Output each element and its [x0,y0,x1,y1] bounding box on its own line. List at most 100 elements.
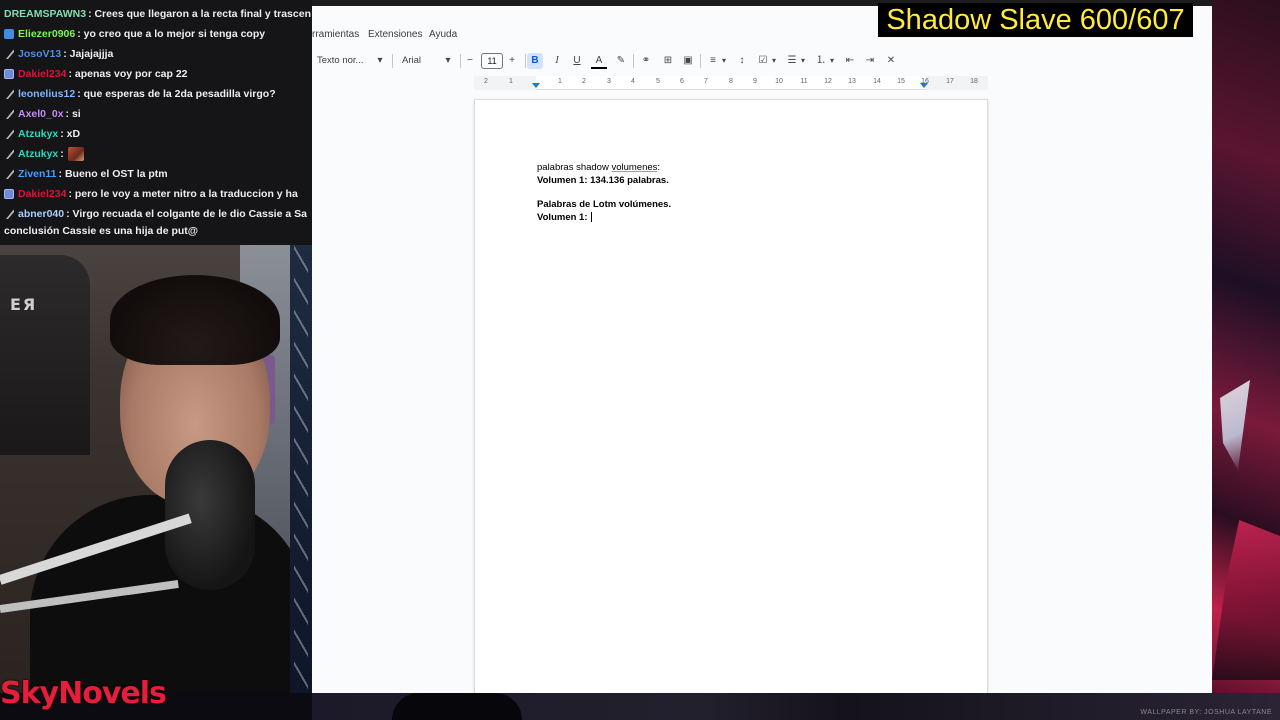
ruler-tick-label: 13 [848,78,856,85]
doc-line-4[interactable]: Volumen 1: [537,212,592,223]
ruler-tick-label: 16 [921,78,929,85]
text-color-icon[interactable]: A [591,53,607,69]
wallpaper-credit: WALLPAPER BY: JOSHUA LAYTANE [1140,709,1272,716]
ruler-tick-label: 7 [704,78,708,85]
ruler-tick-label: 6 [680,78,684,85]
chat-text: : [60,148,64,160]
chat-text: : yo creo que a lo mejor si tenga copy [77,28,266,40]
mod-badge-icon [6,129,14,139]
toolbar-divider [392,54,393,68]
chat-username[interactable]: Eliezer0906 [18,24,75,44]
chat-text: conclusión Cassie es una hija de put@ [4,225,199,237]
bold-button[interactable]: B [527,53,543,69]
clear-formatting-icon[interactable]: ✕ [883,53,899,69]
google-docs-window: rramientas Extensiones Ayuda Texto nor..… [312,6,1212,693]
gaming-chair: ЕЯ [0,255,90,455]
ruler-tick-label: 12 [824,78,832,85]
doc-line-1[interactable]: palabras shadow volumenes: [537,162,660,173]
chat-text: : si [65,108,81,120]
highlight-icon[interactable]: ✎ [613,53,629,69]
menu-herramientas[interactable]: rramientas [312,29,359,40]
ruler-tick-label: 15 [897,78,905,85]
wallpaper-art [1212,0,1280,720]
chevron-down-icon[interactable]: ▾ [824,53,840,69]
chat-text: : que esperas de la 2da pesadilla virgo? [77,88,276,100]
brand-logo: SkyNovels [0,676,167,711]
chevron-down-icon[interactable]: ▾ [795,53,811,69]
chat-message: Dakiel234: apenas voy por cap 22 [0,64,188,84]
microphone [165,440,255,590]
chat-message: conclusión Cassie es una hija de put@ [0,221,198,241]
chat-message: Dakiel234: pero le voy a meter nitro a l… [0,184,298,204]
link-icon[interactable]: ⚭ [638,53,654,69]
toolbar-divider [633,54,634,68]
ruler-tick-label: 1 [558,78,562,85]
chair-logo: ЕЯ [10,295,38,314]
chat-username[interactable]: Atzukyx [18,144,58,164]
comment-icon[interactable]: ⊞ [660,53,676,69]
chat-username[interactable]: Axel0_0x [18,104,64,124]
style-select[interactable]: Texto nor... [317,55,363,66]
ruler-tick-label: 2 [484,78,488,85]
font-size-input[interactable]: 11 [481,53,503,69]
wallpaper-silhouette [392,693,522,720]
mod-badge-icon [6,49,14,59]
ruler-tick-label: 18 [970,78,978,85]
stream-title-overlay: Shadow Slave 600/607 [878,3,1193,37]
chevron-down-icon[interactable]: ▾ [716,53,732,69]
menu-extensiones[interactable]: Extensiones [368,29,422,40]
line-spacing-icon[interactable]: ↕ [734,53,750,69]
chat-text: : Jajajajjja [63,48,114,60]
doc-text: palabras shadow [537,162,612,173]
decrease-indent-icon[interactable]: ⇤ [842,53,858,69]
ruler-tick-label: 17 [946,78,954,85]
increase-font-button[interactable]: + [504,53,520,69]
font-select[interactable]: Arial [402,55,421,66]
chevron-down-icon[interactable]: ▾ [440,53,456,69]
toolbar-divider [700,54,701,68]
doc-text: : [657,162,661,173]
ruler[interactable]: 2 1 1 2 3 4 5 6 7 8 9 10 11 12 13 14 15 16 17 18 [474,76,988,90]
chat-username[interactable]: Ziven11 [18,164,57,184]
chat-message: Atzukyx: [0,144,84,164]
ruler-tick-label: 3 [607,78,611,85]
text-caret [590,212,592,223]
menu-ayuda[interactable]: Ayuda [429,29,457,40]
toolbar-divider [460,54,461,68]
spellcheck-word[interactable]: volumenes [611,162,657,173]
chevron-down-icon[interactable]: ▾ [372,53,388,69]
chat-text: : Bueno el OST la ptm [58,168,168,180]
chat-username[interactable]: JosoV13 [18,44,61,64]
ruler-tick-label: 11 [800,78,808,85]
chevron-down-icon[interactable]: ▾ [766,53,782,69]
ruler-tick-label: 9 [753,78,757,85]
gift-badge-icon [4,69,14,79]
chat-message: JosoV13: Jajajajjja [0,44,113,64]
image-icon[interactable]: ▣ [680,53,696,69]
decrease-font-button[interactable]: − [462,53,478,69]
ruler-tick-label: 8 [729,78,733,85]
chat-message: Ziven11: Bueno el OST la ptm [0,164,168,184]
chat-username[interactable]: leonelius12 [18,84,75,104]
indent-marker[interactable] [532,83,540,88]
increase-indent-icon[interactable]: ⇥ [862,53,878,69]
ruler-tick-label: 14 [873,78,881,85]
italic-button[interactable]: I [549,53,565,69]
mod-badge-icon [6,149,14,159]
mod-badge-icon [6,89,14,99]
ruler-tick-label: 5 [656,78,660,85]
chat-username[interactable]: Atzukyx [18,124,58,144]
chat-username[interactable]: Dakiel234 [18,64,66,84]
ruler-tick-label: 2 [582,78,586,85]
chat-message: DREAMSPAWN3: Crees que llegaron a la rec… [0,4,311,24]
chat-username[interactable]: DREAMSPAWN3 [4,4,86,24]
wallpaper-bottom [312,693,1280,720]
chat-text: : Crees que llegaron a la recta final y … [88,8,311,20]
underline-button[interactable]: U [569,53,585,69]
doc-line-3[interactable]: Palabras de Lotm volúmenes. [537,199,671,210]
doc-text: Volumen 1: [537,212,588,223]
chat-username[interactable]: Dakiel234 [18,184,66,204]
doc-line-2[interactable]: Volumen 1: 134.136 palabras. [537,175,669,186]
document-page[interactable]: palabras shadow volumenes: Volumen 1: 13… [474,99,988,693]
chat-text: : apenas voy por cap 22 [68,68,188,80]
